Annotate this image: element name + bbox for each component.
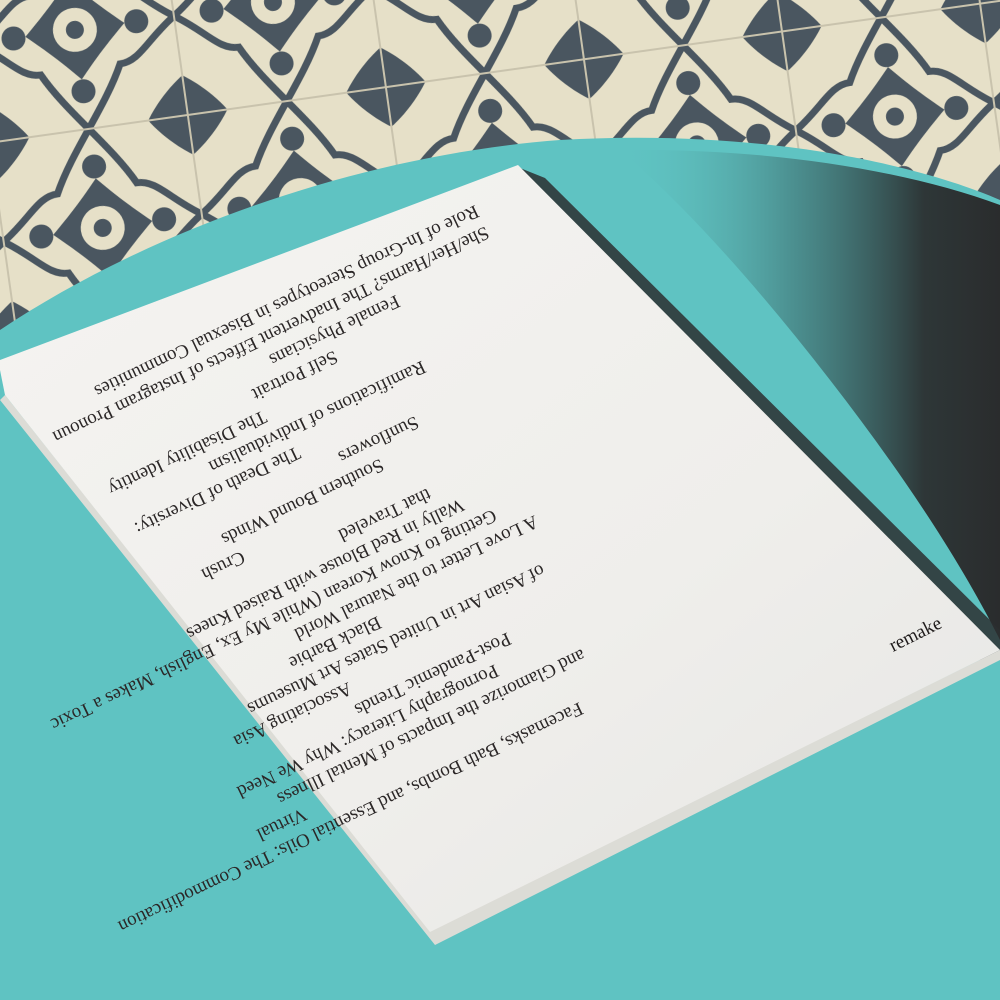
photo-scene: Role of In-Group Stereotypes in Bisexual… [0,0,1000,1000]
